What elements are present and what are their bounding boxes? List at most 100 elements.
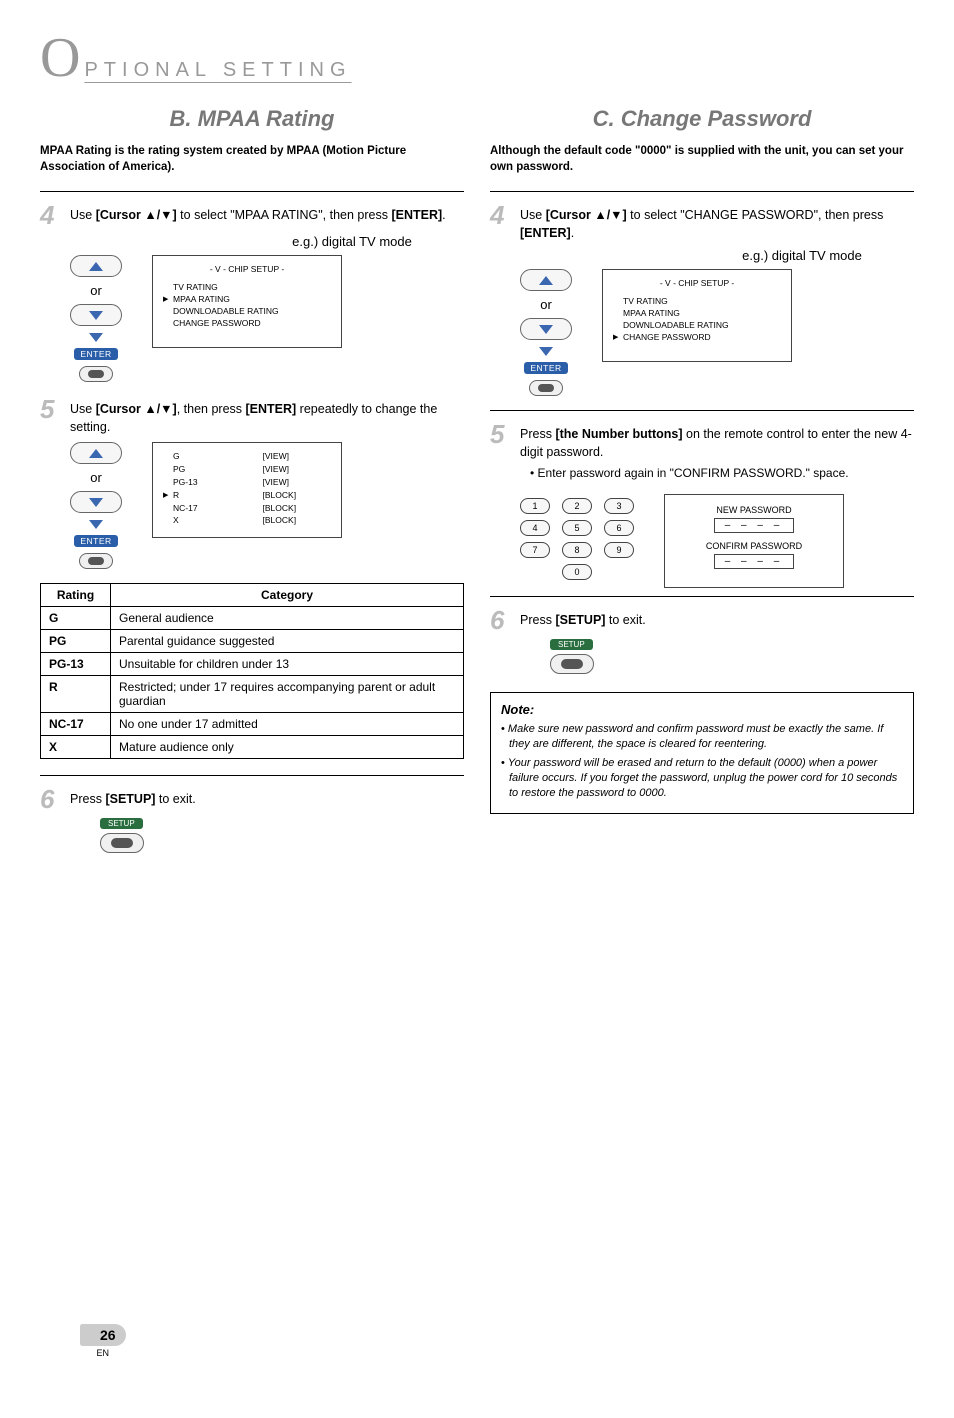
step-bullet: • Enter password again in "CONFIRM PASSW… bbox=[530, 465, 914, 482]
enter-button[interactable] bbox=[79, 366, 113, 382]
cursor-up-button[interactable] bbox=[520, 269, 572, 291]
triangle-down-icon bbox=[539, 325, 553, 334]
oval-icon bbox=[88, 370, 104, 378]
confirm-password-label: CONFIRM PASSWORD bbox=[675, 541, 833, 551]
cursor-label: [Cursor ▲/▼] bbox=[96, 208, 177, 222]
cursor-down-button[interactable] bbox=[70, 491, 122, 513]
enter-button-label: ENTER bbox=[524, 362, 567, 374]
triangle-down-icon bbox=[89, 333, 103, 342]
note-item: Make sure new password and confirm passw… bbox=[509, 722, 903, 752]
cell-rating: X bbox=[41, 736, 111, 759]
key-9[interactable]: 9 bbox=[604, 542, 634, 558]
key-0[interactable]: 0 bbox=[562, 564, 592, 580]
or-text: or bbox=[540, 297, 552, 312]
enter-button[interactable] bbox=[79, 553, 113, 569]
cursor-button-stack: or ENTER bbox=[520, 269, 572, 396]
osd-item-selected: MPAA RATING bbox=[163, 294, 331, 306]
step-number: 4 bbox=[490, 202, 510, 228]
osd-rating-selected: R bbox=[173, 490, 233, 502]
osd-state: [VIEW] bbox=[263, 464, 331, 476]
divider bbox=[40, 191, 464, 192]
osd-item: MPAA RATING bbox=[613, 308, 781, 320]
confirm-password-field: – – – – bbox=[714, 554, 794, 569]
osd-title: - V - CHIP SETUP - bbox=[163, 264, 331, 276]
th-category: Category bbox=[111, 584, 464, 607]
t: Use bbox=[70, 208, 96, 222]
note-heading: Note: bbox=[501, 701, 903, 719]
cursor-label: [Cursor ▲/▼] bbox=[546, 208, 627, 222]
t: Press bbox=[520, 613, 555, 627]
password-panel: NEW PASSWORD – – – – CONFIRM PASSWORD – … bbox=[664, 494, 844, 588]
cursor-up-button[interactable] bbox=[70, 255, 122, 277]
setup-button-label: SETUP bbox=[550, 639, 593, 650]
enter-button-label: ENTER bbox=[74, 348, 117, 360]
key-5[interactable]: 5 bbox=[562, 520, 592, 536]
key-8[interactable]: 8 bbox=[562, 542, 592, 558]
setup-label: [SETUP] bbox=[105, 792, 155, 806]
cell-category: Mature audience only bbox=[111, 736, 464, 759]
oval-icon bbox=[111, 838, 133, 848]
t: , then press bbox=[177, 402, 246, 416]
enter-button-label: ENTER bbox=[74, 535, 117, 547]
setup-button[interactable] bbox=[100, 833, 144, 853]
table-row: NC-17No one under 17 admitted bbox=[41, 713, 464, 736]
t: . bbox=[442, 208, 445, 222]
osd-item: TV RATING bbox=[163, 282, 331, 294]
t: to exit. bbox=[605, 613, 645, 627]
cursor-down-button[interactable] bbox=[520, 318, 572, 340]
triangle-down-icon bbox=[89, 498, 103, 507]
cell-category: No one under 17 admitted bbox=[111, 713, 464, 736]
table-row: XMature audience only bbox=[41, 736, 464, 759]
osd-item: TV RATING bbox=[613, 296, 781, 308]
cell-category: Unsuitable for children under 13 bbox=[111, 653, 464, 676]
key-7[interactable]: 7 bbox=[520, 542, 550, 558]
eg-label: e.g.) digital TV mode bbox=[690, 248, 914, 263]
cell-rating: PG bbox=[41, 630, 111, 653]
step-number: 5 bbox=[40, 396, 60, 422]
enter-label: [ENTER] bbox=[246, 402, 297, 416]
table-row: PGParental guidance suggested bbox=[41, 630, 464, 653]
key-2[interactable]: 2 bbox=[562, 498, 592, 514]
osd-state: [BLOCK] bbox=[263, 490, 331, 502]
osd-rating: G bbox=[173, 451, 233, 463]
t: Press bbox=[70, 792, 105, 806]
header-big-letter: O bbox=[40, 30, 80, 86]
osd-rating: NC-17 bbox=[173, 503, 233, 515]
step-number: 6 bbox=[490, 607, 510, 633]
section-title-password: C. Change Password bbox=[593, 106, 812, 132]
cursor-up-button[interactable] bbox=[70, 442, 122, 464]
step-6-right: 6 Press [SETUP] to exit. bbox=[490, 607, 914, 633]
divider bbox=[40, 775, 464, 776]
cell-category: Parental guidance suggested bbox=[111, 630, 464, 653]
cursor-button-stack: or ENTER bbox=[70, 255, 122, 382]
password-intro: Although the default code "0000" is supp… bbox=[490, 144, 914, 175]
key-1[interactable]: 1 bbox=[520, 498, 550, 514]
left-column: B. MPAA Rating MPAA Rating is the rating… bbox=[40, 106, 464, 853]
or-text: or bbox=[90, 470, 102, 485]
step-text: Press [SETUP] to exit. bbox=[70, 791, 464, 809]
osd-vchip-mpaa: - V - CHIP SETUP - TV RATING MPAA RATING… bbox=[152, 255, 342, 348]
step-text: Press [SETUP] to exit. bbox=[520, 612, 914, 630]
osd-state: [VIEW] bbox=[263, 477, 331, 489]
cursor-label: [Cursor ▲/▼] bbox=[96, 402, 177, 416]
setup-button[interactable] bbox=[550, 654, 594, 674]
osd-title: - V - CHIP SETUP - bbox=[613, 278, 781, 290]
key-6[interactable]: 6 bbox=[604, 520, 634, 536]
osd-rating: PG-13 bbox=[173, 477, 233, 489]
eg-label: e.g.) digital TV mode bbox=[240, 234, 464, 249]
cursor-down-button[interactable] bbox=[70, 304, 122, 326]
step-4-right: 4 Use [Cursor ▲/▼] to select "CHANGE PAS… bbox=[490, 202, 914, 242]
oval-icon bbox=[88, 557, 104, 565]
key-3[interactable]: 3 bbox=[604, 498, 634, 514]
osd-item-selected: CHANGE PASSWORD bbox=[613, 332, 781, 344]
note-item: Your password will be erased and return … bbox=[509, 756, 903, 801]
step-text: Use [Cursor ▲/▼], then press [ENTER] rep… bbox=[70, 401, 464, 436]
oval-icon bbox=[538, 384, 554, 392]
step-text: Use [Cursor ▲/▼] to select "MPAA RATING"… bbox=[70, 207, 464, 225]
enter-button[interactable] bbox=[529, 380, 563, 396]
osd-state: [VIEW] bbox=[263, 451, 331, 463]
osd-item: CHANGE PASSWORD bbox=[163, 318, 331, 330]
key-4[interactable]: 4 bbox=[520, 520, 550, 536]
setup-label: [SETUP] bbox=[555, 613, 605, 627]
triangle-up-icon bbox=[539, 276, 553, 285]
